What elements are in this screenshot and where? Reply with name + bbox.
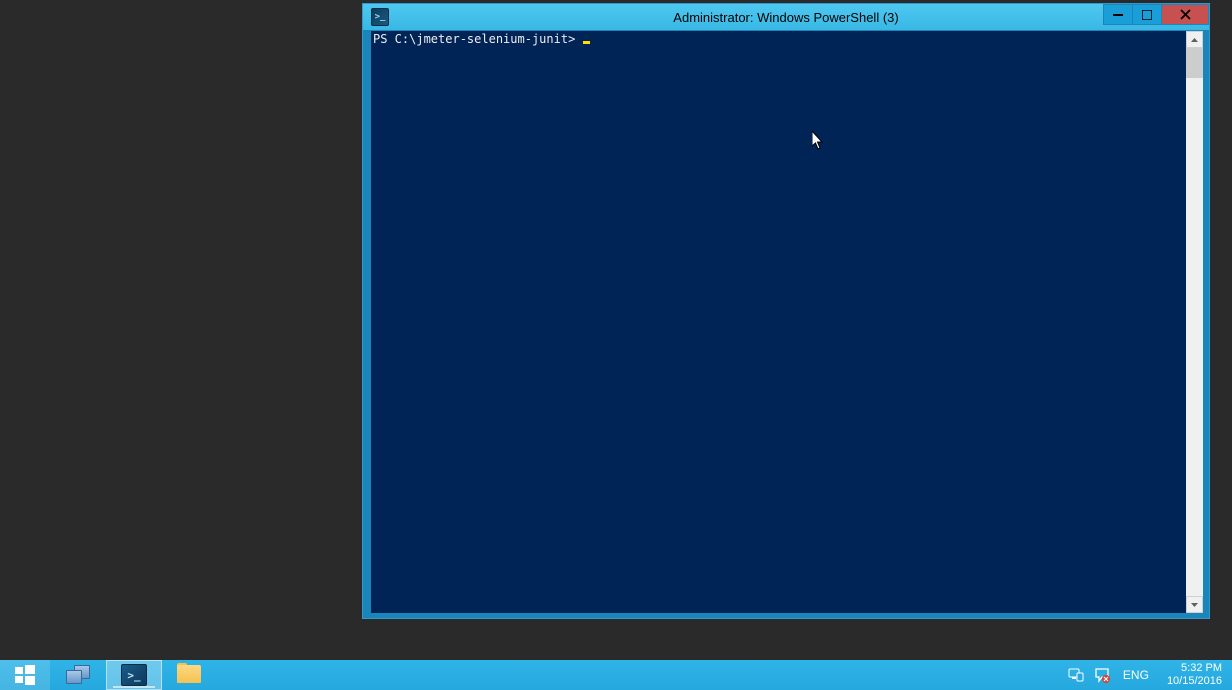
- console-prompt: PS C:\jmeter-selenium-junit>: [373, 32, 583, 46]
- windows-logo-icon: [15, 665, 35, 685]
- maximize-button[interactable]: [1132, 4, 1162, 25]
- taskbar-item-server-manager[interactable]: [50, 660, 106, 690]
- start-button[interactable]: [0, 660, 50, 690]
- clock-time: 5:32 PM: [1167, 662, 1222, 675]
- clock-date: 10/15/2016: [1167, 675, 1222, 688]
- vertical-scrollbar[interactable]: [1186, 31, 1203, 613]
- powershell-icon[interactable]: >_: [371, 8, 389, 26]
- server-manager-icon: [64, 663, 92, 687]
- taskbar-item-file-explorer[interactable]: [162, 660, 218, 690]
- window-controls: [1104, 4, 1209, 25]
- scroll-track[interactable]: [1186, 48, 1203, 596]
- minimize-button[interactable]: [1103, 4, 1133, 25]
- folder-icon: [177, 665, 203, 685]
- devices-icon[interactable]: [1067, 666, 1085, 684]
- titlebar[interactable]: >_ Administrator: Windows PowerShell (3): [363, 4, 1209, 30]
- action-center-icon[interactable]: [1093, 666, 1111, 684]
- taskbar-item-powershell[interactable]: >_: [106, 660, 162, 690]
- taskbar: >_ ENG 5:32 PM: [0, 660, 1232, 690]
- clock[interactable]: 5:32 PM 10/15/2016: [1161, 660, 1228, 690]
- console-area[interactable]: PS C:\jmeter-selenium-junit>: [371, 31, 1186, 613]
- scroll-up-button[interactable]: [1186, 31, 1203, 48]
- scroll-thumb[interactable]: [1186, 48, 1203, 78]
- powershell-task-icon: >_: [121, 664, 147, 686]
- close-button[interactable]: [1161, 4, 1209, 25]
- language-indicator[interactable]: ENG: [1119, 668, 1153, 682]
- console-content: PS C:\jmeter-selenium-junit>: [371, 31, 1186, 47]
- scroll-down-button[interactable]: [1186, 596, 1203, 613]
- window-title: Administrator: Windows PowerShell (3): [673, 10, 898, 25]
- powershell-window: >_ Administrator: Windows PowerShell (3): [362, 3, 1210, 619]
- cursor-icon: [583, 41, 590, 44]
- taskbar-left: >_: [0, 660, 218, 690]
- system-tray: ENG 5:32 PM 10/15/2016: [1067, 660, 1232, 690]
